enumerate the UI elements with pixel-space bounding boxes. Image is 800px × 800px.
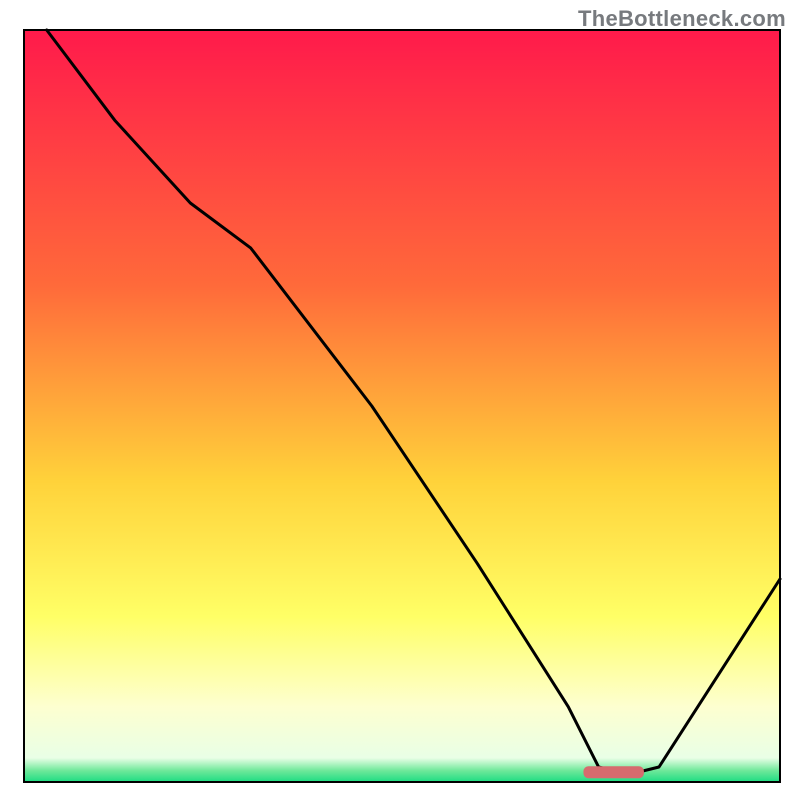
bottleneck-chart: TheBottleneck.com — [0, 0, 800, 800]
minimum-marker — [583, 766, 643, 778]
chart-svg — [0, 0, 800, 800]
gradient-area — [24, 30, 780, 782]
watermark-text: TheBottleneck.com — [578, 6, 786, 32]
